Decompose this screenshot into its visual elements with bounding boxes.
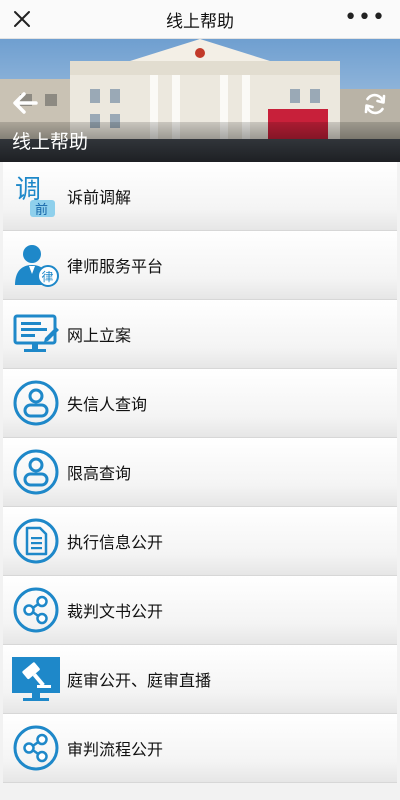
- menu-item-trial-process[interactable]: 审判流程公开: [3, 714, 397, 783]
- menu-item-label: 庭审公开、庭审直播: [67, 671, 212, 690]
- online-filing-icon: [9, 307, 63, 361]
- person-circle-icon: [9, 376, 63, 430]
- menu-item-label: 失信人查询: [67, 395, 148, 414]
- lawyer-icon: 律: [9, 238, 63, 292]
- menu-item-dishonest-person-search[interactable]: 失信人查询: [3, 369, 397, 438]
- back-arrow-icon[interactable]: [10, 89, 40, 117]
- page-title: 线上帮助: [166, 11, 234, 32]
- share-circle-icon: [9, 721, 63, 775]
- menu-item-judgment-documents[interactable]: 裁判文书公开: [3, 576, 397, 645]
- gavel-icon: [9, 652, 63, 706]
- svg-text:前: 前: [35, 202, 48, 218]
- menu-item-label: 裁判文书公开: [67, 602, 164, 621]
- banner: 线上帮助: [0, 39, 400, 162]
- person-circle-icon: [9, 445, 63, 499]
- top-bar: 线上帮助 •••: [0, 0, 400, 39]
- menu-item-label: 执行信息公开: [67, 533, 164, 552]
- close-icon[interactable]: [10, 7, 34, 31]
- menu-item-lawyer-service[interactable]: 律 律师服务平台: [3, 231, 397, 300]
- menu-item-consumption-limit-search[interactable]: 限高查询: [3, 438, 397, 507]
- menu-item-pre-litigation-mediation[interactable]: 调 前 诉前调解: [3, 162, 397, 231]
- menu-list: 调 前 诉前调解 律 律师服务平台 网上立案 失信人查询 限高查询 执行信息公开…: [0, 162, 400, 783]
- menu-item-label: 网上立案: [67, 326, 132, 345]
- menu-item-enforcement-info[interactable]: 执行信息公开: [3, 507, 397, 576]
- more-icon[interactable]: •••: [344, 7, 386, 29]
- menu-item-label: 律师服务平台: [67, 257, 164, 276]
- banner-caption-bar: 线上帮助: [0, 122, 400, 162]
- menu-item-label: 诉前调解: [67, 188, 132, 207]
- menu-item-court-hearing-live[interactable]: 庭审公开、庭审直播: [3, 645, 397, 714]
- share-circle-icon: [9, 583, 63, 637]
- menu-item-label: 审判流程公开: [67, 740, 164, 759]
- banner-caption: 线上帮助: [12, 131, 89, 153]
- menu-item-online-filing[interactable]: 网上立案: [3, 300, 397, 369]
- menu-item-label: 限高查询: [67, 464, 132, 483]
- document-circle-icon: [9, 514, 63, 568]
- refresh-icon[interactable]: [362, 91, 388, 117]
- svg-text:律: 律: [42, 270, 54, 284]
- mediation-icon: 调 前: [9, 169, 63, 223]
